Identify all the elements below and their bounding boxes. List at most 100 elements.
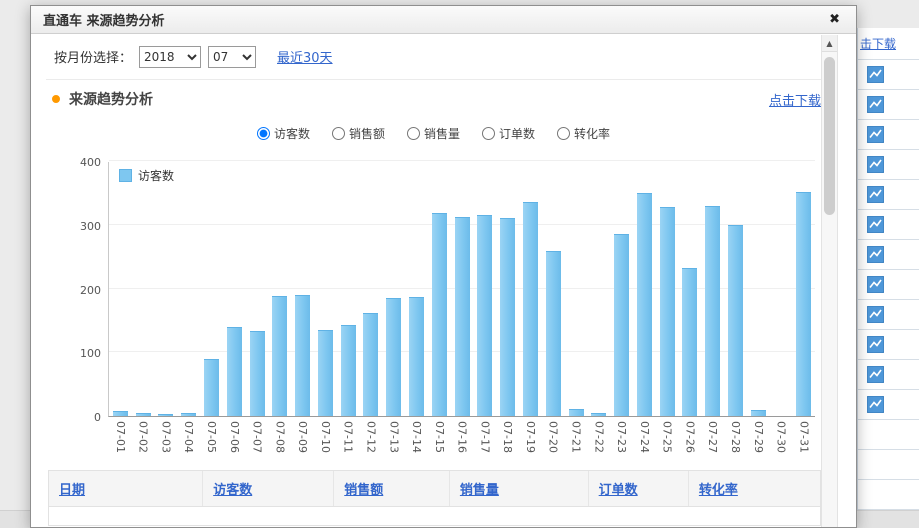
- metric-radio-input-0[interactable]: [257, 127, 270, 140]
- line-chart-icon[interactable]: [867, 246, 884, 263]
- line-chart-icon[interactable]: [867, 126, 884, 143]
- x-axis-label: 07-07: [251, 421, 264, 453]
- x-axis-label: 07-16: [456, 421, 469, 453]
- x-axis-label: 07-23: [615, 421, 628, 453]
- bar-07-31[interactable]: [796, 192, 811, 416]
- modal-body: 按月份选择： 2018 07 最近30天 来源趋势分析 点击下载 访客数销售额销…: [31, 34, 856, 526]
- bar-07-11[interactable]: [341, 325, 356, 416]
- table-header-link[interactable]: 销售额: [344, 483, 383, 498]
- download-link[interactable]: 点击下载: [769, 90, 821, 109]
- bar-07-28[interactable]: [728, 225, 743, 416]
- bar-07-27[interactable]: [705, 206, 720, 416]
- bar-slot: 07-28: [724, 162, 747, 416]
- line-chart-icon[interactable]: [867, 306, 884, 323]
- background-table-row: [858, 210, 919, 240]
- metric-radio-label: 转化率: [574, 125, 610, 142]
- bar-07-08[interactable]: [272, 296, 287, 416]
- table-header-link[interactable]: 销售量: [460, 483, 499, 498]
- line-chart-icon[interactable]: [867, 336, 884, 353]
- bar-07-17[interactable]: [477, 215, 492, 416]
- x-axis-label: 07-04: [182, 421, 195, 453]
- bar-07-25[interactable]: [660, 207, 675, 416]
- bar-07-12[interactable]: [363, 313, 378, 416]
- bar-07-01[interactable]: [113, 411, 128, 416]
- bar-07-20[interactable]: [546, 251, 561, 416]
- close-icon[interactable]: ✖: [829, 13, 840, 26]
- metric-radio-4[interactable]: 转化率: [557, 125, 610, 142]
- trend-data-table: 日期 访客数 销售额 销售量 订单数 转化率: [48, 470, 821, 526]
- bar-07-22[interactable]: [591, 413, 606, 416]
- bar-07-03[interactable]: [158, 414, 173, 416]
- table-header-3[interactable]: 销售量: [450, 471, 589, 506]
- metric-radio-3[interactable]: 订单数: [482, 125, 535, 142]
- line-chart-icon[interactable]: [867, 96, 884, 113]
- bar-07-24[interactable]: [637, 193, 652, 416]
- line-chart-icon[interactable]: [867, 156, 884, 173]
- bar-slot: 07-17: [474, 162, 497, 416]
- bar-slot: 07-30: [770, 162, 793, 416]
- table-header-link[interactable]: 转化率: [699, 483, 738, 498]
- bar-07-29[interactable]: [751, 410, 766, 416]
- table-header-0[interactable]: 日期: [49, 471, 203, 506]
- bar-07-09[interactable]: [295, 295, 310, 416]
- metric-radio-input-1[interactable]: [332, 127, 345, 140]
- x-axis-label: 07-28: [729, 421, 742, 453]
- bar-07-02[interactable]: [136, 413, 151, 416]
- line-chart-icon[interactable]: [867, 186, 884, 203]
- x-axis-label: 07-29: [752, 421, 765, 453]
- table-header-1[interactable]: 访客数: [203, 471, 334, 506]
- background-table-row: [858, 390, 919, 420]
- bar-07-15[interactable]: [432, 213, 447, 416]
- y-axis-label: 100: [80, 347, 101, 360]
- recent-30-days-link[interactable]: 最近30天: [277, 47, 333, 66]
- table-header-5[interactable]: 转化率: [689, 471, 820, 506]
- bar-07-21[interactable]: [569, 409, 584, 416]
- bar-slot: 07-11: [337, 162, 360, 416]
- line-chart-icon[interactable]: [867, 216, 884, 233]
- table-header-2[interactable]: 销售额: [334, 471, 450, 506]
- table-header-link[interactable]: 订单数: [599, 483, 638, 498]
- year-select[interactable]: 2018: [139, 46, 201, 68]
- scrollbar-thumb[interactable]: [824, 57, 835, 215]
- chart-legend: 访客数: [119, 167, 174, 184]
- bar-07-18[interactable]: [500, 218, 515, 416]
- y-axis-label: 400: [80, 156, 101, 169]
- bar-slot: 07-22: [587, 162, 610, 416]
- line-chart-icon[interactable]: [867, 366, 884, 383]
- bar-07-23[interactable]: [614, 234, 629, 416]
- table-header-link[interactable]: 访客数: [213, 483, 252, 498]
- bar-slot: 07-09: [291, 162, 314, 416]
- metric-radio-input-4[interactable]: [557, 127, 570, 140]
- background-download-link[interactable]: 击下载: [860, 35, 896, 52]
- bar-07-10[interactable]: [318, 330, 333, 416]
- line-chart-icon[interactable]: [867, 396, 884, 413]
- bar-slot: 07-25: [656, 162, 679, 416]
- table-header-link[interactable]: 日期: [59, 483, 85, 498]
- metric-radio-1[interactable]: 销售额: [332, 125, 385, 142]
- metric-radio-2[interactable]: 销售量: [407, 125, 460, 142]
- x-axis-label: 07-02: [137, 421, 150, 453]
- month-select[interactable]: 07: [208, 46, 256, 68]
- bar-07-04[interactable]: [181, 413, 196, 416]
- bar-07-26[interactable]: [682, 268, 697, 416]
- bar-07-19[interactable]: [523, 202, 538, 416]
- bar-slot: 07-10: [314, 162, 337, 416]
- background-table-row: 击下载: [858, 28, 919, 60]
- bar-07-05[interactable]: [204, 359, 219, 416]
- bar-07-13[interactable]: [386, 298, 401, 416]
- legend-label: 访客数: [138, 167, 174, 184]
- metric-radio-input-3[interactable]: [482, 127, 495, 140]
- line-chart-icon[interactable]: [867, 66, 884, 83]
- bar-07-14[interactable]: [409, 297, 424, 416]
- bar-07-16[interactable]: [455, 217, 470, 416]
- metric-radio-0[interactable]: 访客数: [257, 125, 310, 142]
- line-chart-icon[interactable]: [867, 276, 884, 293]
- bar-07-06[interactable]: [227, 327, 242, 416]
- metric-radio-input-2[interactable]: [407, 127, 420, 140]
- modal-scrollbar[interactable]: ▲: [821, 35, 838, 527]
- scroll-up-button[interactable]: ▲: [822, 35, 837, 52]
- bar-slot: 07-15: [428, 162, 451, 416]
- section-header: 来源趋势分析 点击下载: [46, 80, 821, 118]
- bar-07-07[interactable]: [250, 331, 265, 416]
- table-header-4[interactable]: 订单数: [589, 471, 689, 506]
